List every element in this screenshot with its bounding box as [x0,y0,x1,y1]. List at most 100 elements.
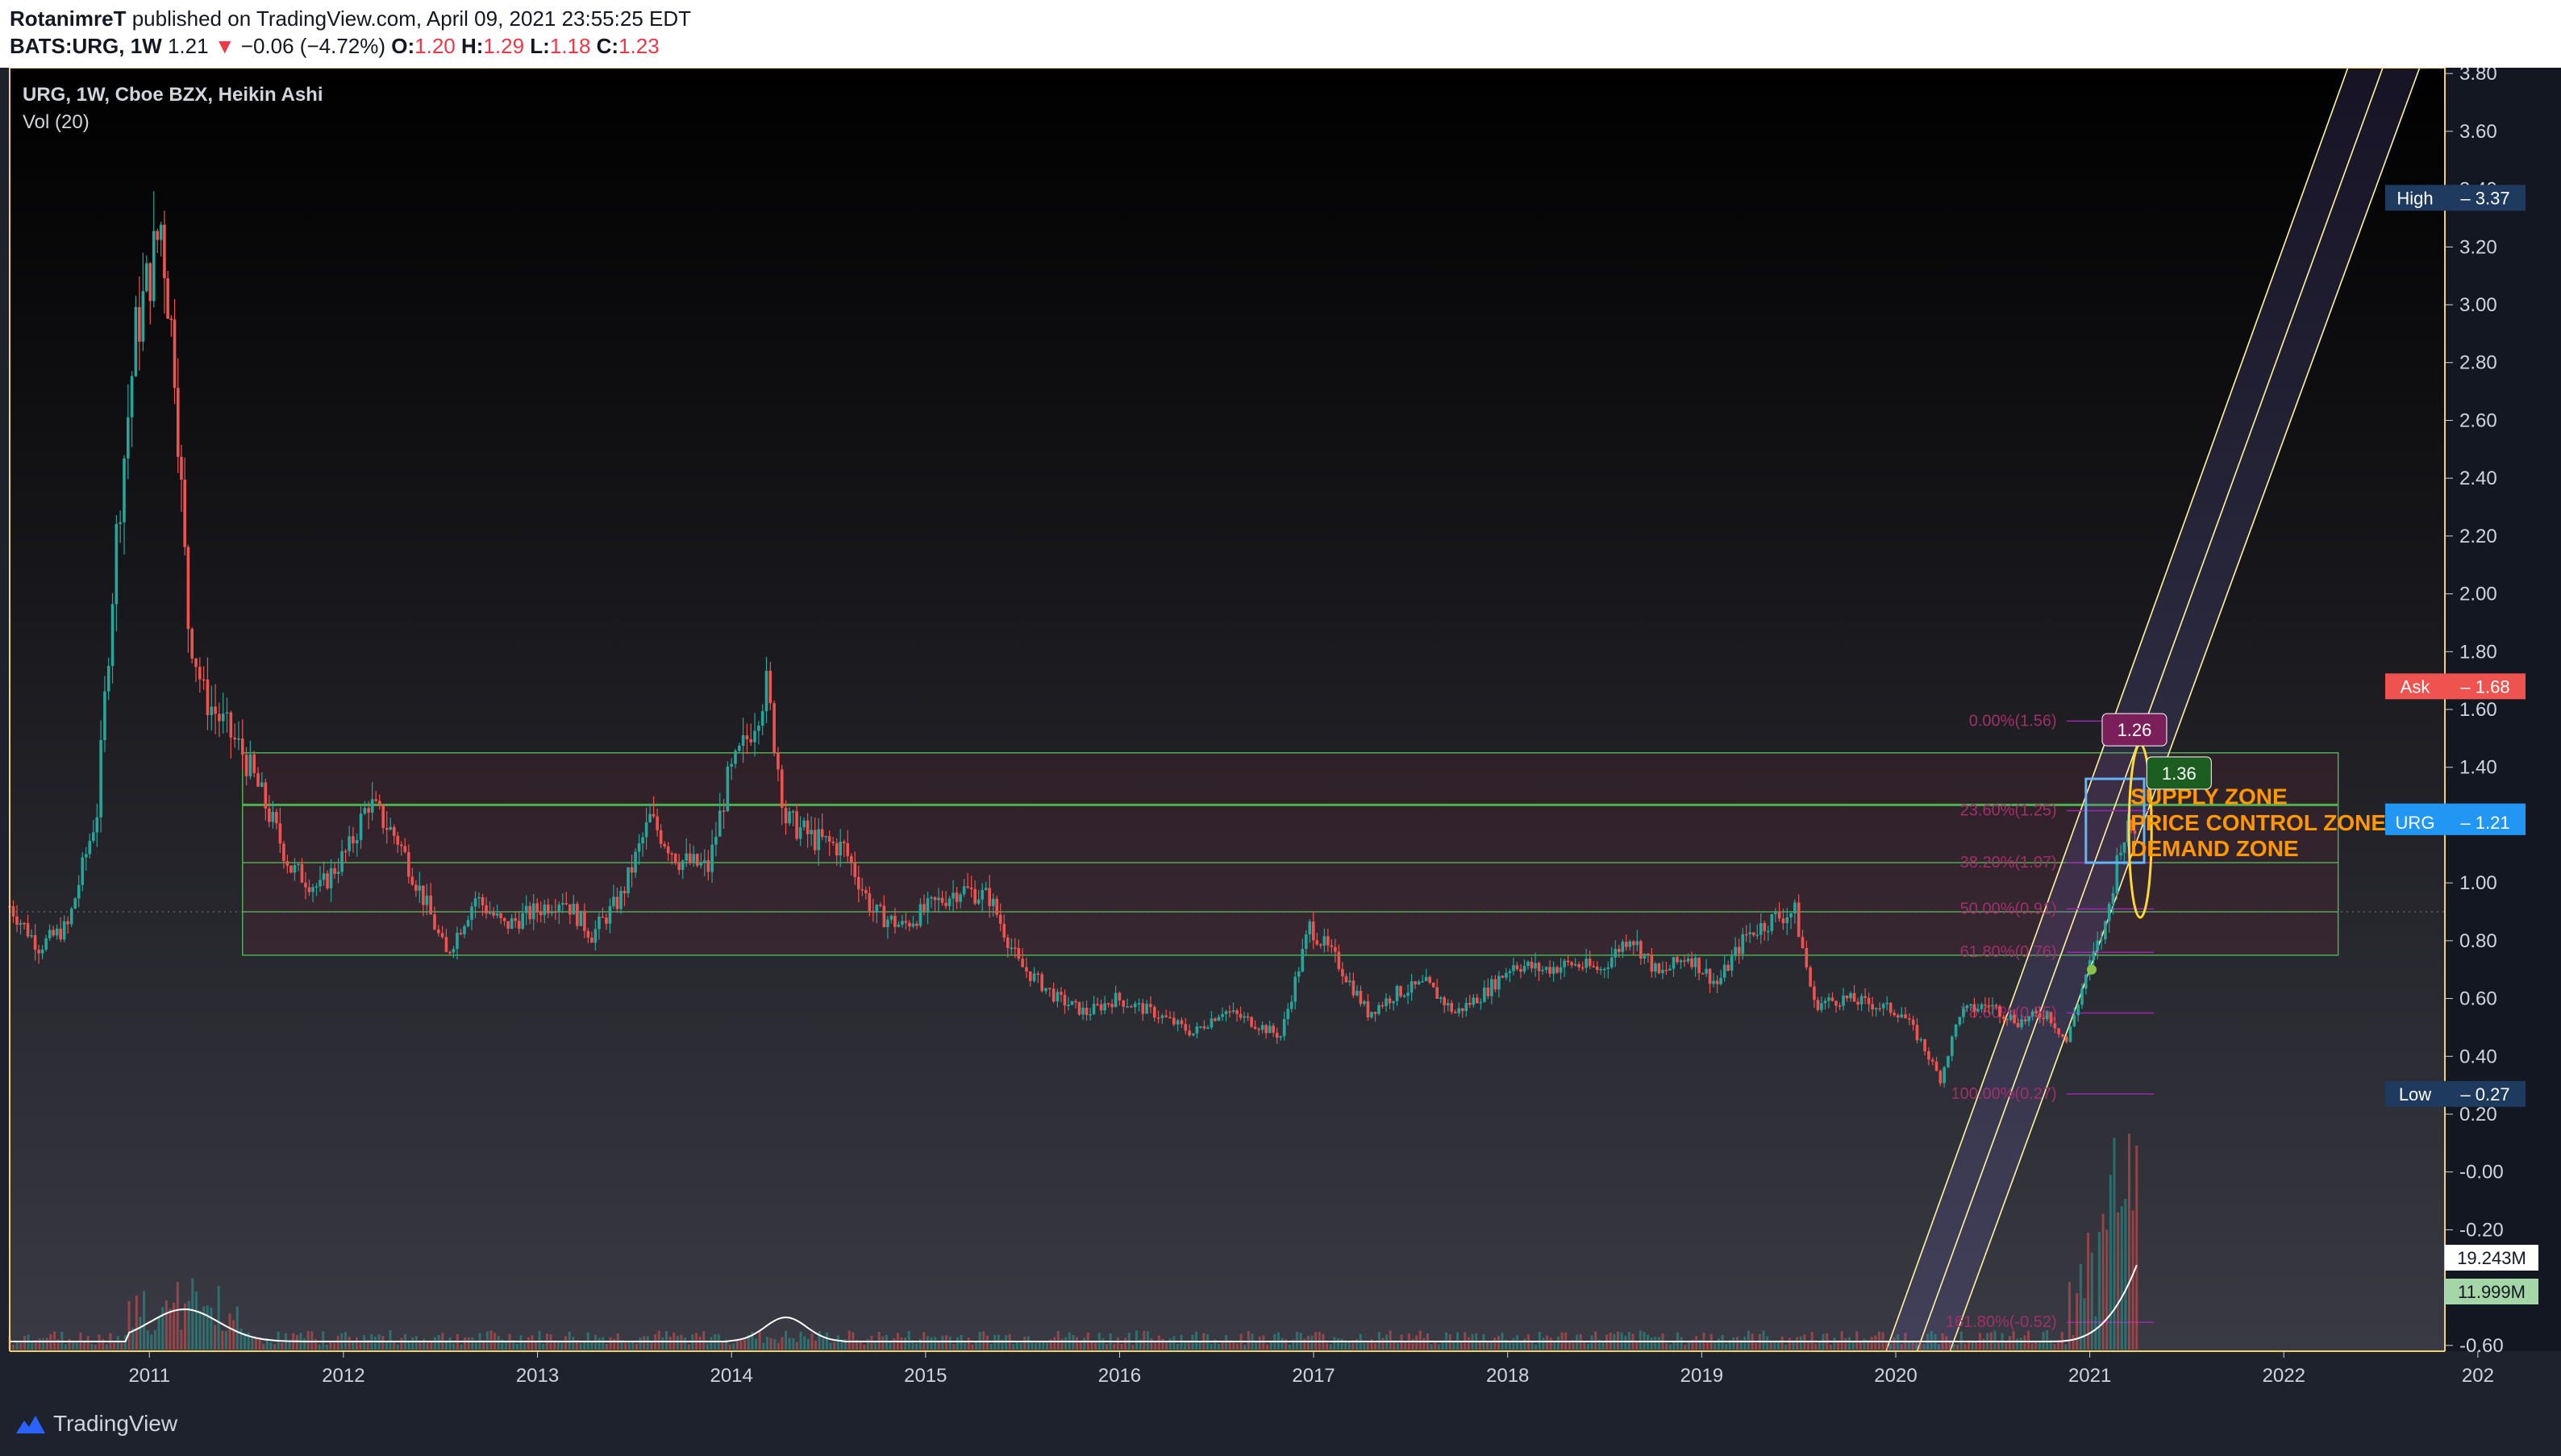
volume-bar [348,1337,351,1350]
candle-body [1130,1006,1133,1008]
publisher-name[interactable]: RotanimreT [10,6,126,31]
candle-body [1856,1001,1859,1005]
candle-body [981,889,984,900]
candle-body [528,905,532,920]
candle-body [1486,987,1490,996]
volume-bar [1807,1342,1810,1350]
y-tick-label: -0.20 [2459,1219,2504,1241]
candle-body [233,737,236,740]
volume-bar [303,1338,306,1350]
ohlc-line: BATS:URG, 1W 1.21 ▼ −0.06 (−4.72%) O:1.2… [10,34,660,59]
candle-body [864,890,868,893]
candle-body [1074,1000,1077,1003]
zone-label[interactable]: PRICE CONTROL ZONE [2130,810,2386,835]
candle-body [73,898,77,909]
candle-body [1573,963,1577,966]
volume-bar [2053,1343,2056,1350]
tradingview-logo-icon[interactable] [15,1412,47,1437]
volume-bar [1766,1336,1769,1350]
candle-body [514,917,517,921]
volume-bar [1255,1342,1258,1350]
volume-indicator-label[interactable]: Vol (20) [23,111,90,134]
volume-bar [1064,1337,1068,1350]
volume-bar [1918,1342,1922,1350]
candle-body [1341,968,1344,976]
candle-body [392,826,396,836]
volume-bar [1143,1330,1146,1350]
candle-body [1141,1003,1145,1014]
volume-bar [758,1330,761,1350]
volume-bar [1053,1337,1056,1350]
candle-body [988,888,992,906]
candle-body [685,853,689,861]
x-tick-label: 2022 [2263,1365,2305,1387]
candle-body [173,319,177,389]
volume-bar [1198,1342,1201,1350]
candle-body [911,923,915,927]
volume-bar [1374,1342,1377,1350]
chart-title[interactable]: URG, 1W, Cboe BZX, Heikin Ashi [23,84,323,106]
candle-body [1701,973,1705,975]
brand-name[interactable]: TradingView [53,1411,177,1437]
candle-body [194,658,198,668]
candle-body [791,811,795,813]
candle-body [576,904,579,926]
candle-body [123,458,126,522]
volume-bar [1288,1344,1291,1350]
candle-body [1264,1025,1268,1034]
candle-body [1257,1029,1260,1030]
candle-body [623,890,627,894]
down-arrow-icon: ▼ [214,34,235,58]
candle-body [466,919,470,926]
price-chart[interactable]: 0.00%(1.56) 23.60%(1.25) 38.20%(1.07) 50.00… [0,68,2561,1393]
marker-label: 1.26 [2118,720,2152,740]
signal-dot[interactable] [2087,964,2097,975]
volume-bar [1005,1335,1008,1350]
volume-bar [53,1331,56,1350]
zone-label[interactable]: DEMAND ZONE [2130,836,2298,861]
volume-bar [605,1343,608,1350]
candle-body [95,817,99,833]
candle-body [741,735,745,746]
candle-body [933,896,937,901]
candle-body [784,807,788,824]
candle-body [385,827,389,830]
candle-body [333,867,336,874]
volume-bar [1262,1335,1265,1350]
volume-bar [251,1337,254,1350]
candle-body [1512,965,1515,971]
candle-body [477,896,481,899]
volume-bar [863,1344,866,1350]
candle-body [229,712,233,738]
candle-body [1911,1019,1915,1025]
volume-bar [333,1342,336,1350]
volume-bar [803,1336,806,1350]
candle-body [210,706,214,715]
volume-bar [1549,1337,1552,1350]
candle-body [882,905,886,927]
candle-body [1268,1025,1272,1034]
candle-body [1888,1002,1893,1013]
candle-body [152,231,156,302]
candle-body [1930,1059,1934,1062]
candle-body [410,876,414,885]
candle-body [1544,967,1548,970]
candle-body [1737,946,1741,955]
candle-body [282,843,285,862]
volume-bar [624,1342,627,1350]
volume-bar [792,1337,795,1350]
candle-body [1250,1017,1253,1027]
volume-bar [698,1336,702,1350]
volume-bar [1535,1344,1538,1350]
volume-bar [1855,1331,1859,1350]
candle-body [1450,1003,1454,1013]
volume-bar [2046,1330,2049,1350]
publish-header: RotanimreT published on TradingView.com,… [0,0,2561,68]
volume-bar [1026,1336,1030,1350]
volume-bar [2135,1145,2138,1350]
plot-area[interactable] [10,68,2445,1351]
volume-bar [847,1330,851,1350]
candle-body [26,923,30,937]
candle-body [1002,923,1006,938]
low-label: L: [530,34,550,58]
